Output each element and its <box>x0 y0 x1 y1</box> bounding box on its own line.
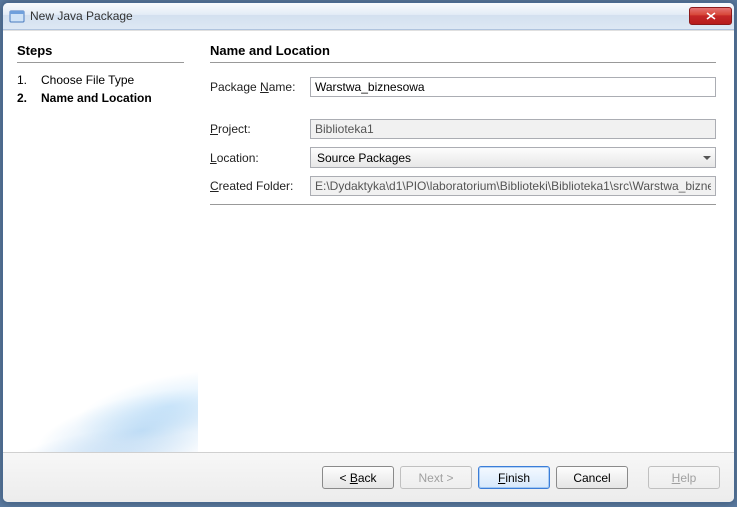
close-icon <box>706 12 716 20</box>
help-button: Help <box>648 466 720 489</box>
main-panel: Name and Location Package Name: Project:… <box>198 31 734 452</box>
label-project: Project: <box>210 122 310 136</box>
row-project: Project: <box>210 119 716 139</box>
cancel-button[interactable]: Cancel <box>556 466 628 489</box>
steps-heading: Steps <box>17 43 184 58</box>
combo-location[interactable]: Source Packages <box>310 147 716 168</box>
row-package-name: Package Name: <box>210 77 716 97</box>
titlebar: New Java Package <box>3 3 734 30</box>
divider <box>210 204 716 205</box>
step-item: 1. Choose File Type <box>17 73 184 87</box>
row-created-folder: Created Folder: <box>210 176 716 196</box>
step-label: Name and Location <box>41 91 152 105</box>
step-number: 2. <box>17 91 31 105</box>
input-created-folder <box>310 176 716 196</box>
input-package-name[interactable] <box>310 77 716 97</box>
step-number: 1. <box>17 73 31 87</box>
back-button[interactable]: < Back <box>322 466 394 489</box>
app-icon <box>9 8 25 24</box>
window-title: New Java Package <box>30 9 689 23</box>
panel-heading: Name and Location <box>210 43 716 58</box>
steps-sidebar: Steps 1. Choose File Type 2. Name and Lo… <box>3 31 198 452</box>
next-button: Next > <box>400 466 472 489</box>
combo-location-value: Source Packages <box>317 151 411 165</box>
chevron-down-icon <box>703 156 711 160</box>
divider <box>17 62 184 63</box>
finish-button[interactable]: Finish <box>478 466 550 489</box>
divider <box>210 62 716 63</box>
footer-buttons: < Back Next > Finish Cancel Help <box>3 452 734 502</box>
step-label: Choose File Type <box>41 73 134 87</box>
step-item-current: 2. Name and Location <box>17 91 184 105</box>
dialog-window: New Java Package Steps 1. Choose File Ty… <box>2 2 735 503</box>
row-location: Location: Source Packages <box>210 147 716 168</box>
label-created-folder: Created Folder: <box>210 179 310 193</box>
close-button[interactable] <box>689 7 732 25</box>
label-package-name: Package Name: <box>210 80 310 94</box>
steps-list: 1. Choose File Type 2. Name and Location <box>17 73 184 105</box>
label-location: Location: <box>210 151 310 165</box>
content-area: Steps 1. Choose File Type 2. Name and Lo… <box>3 30 734 452</box>
input-project <box>310 119 716 139</box>
